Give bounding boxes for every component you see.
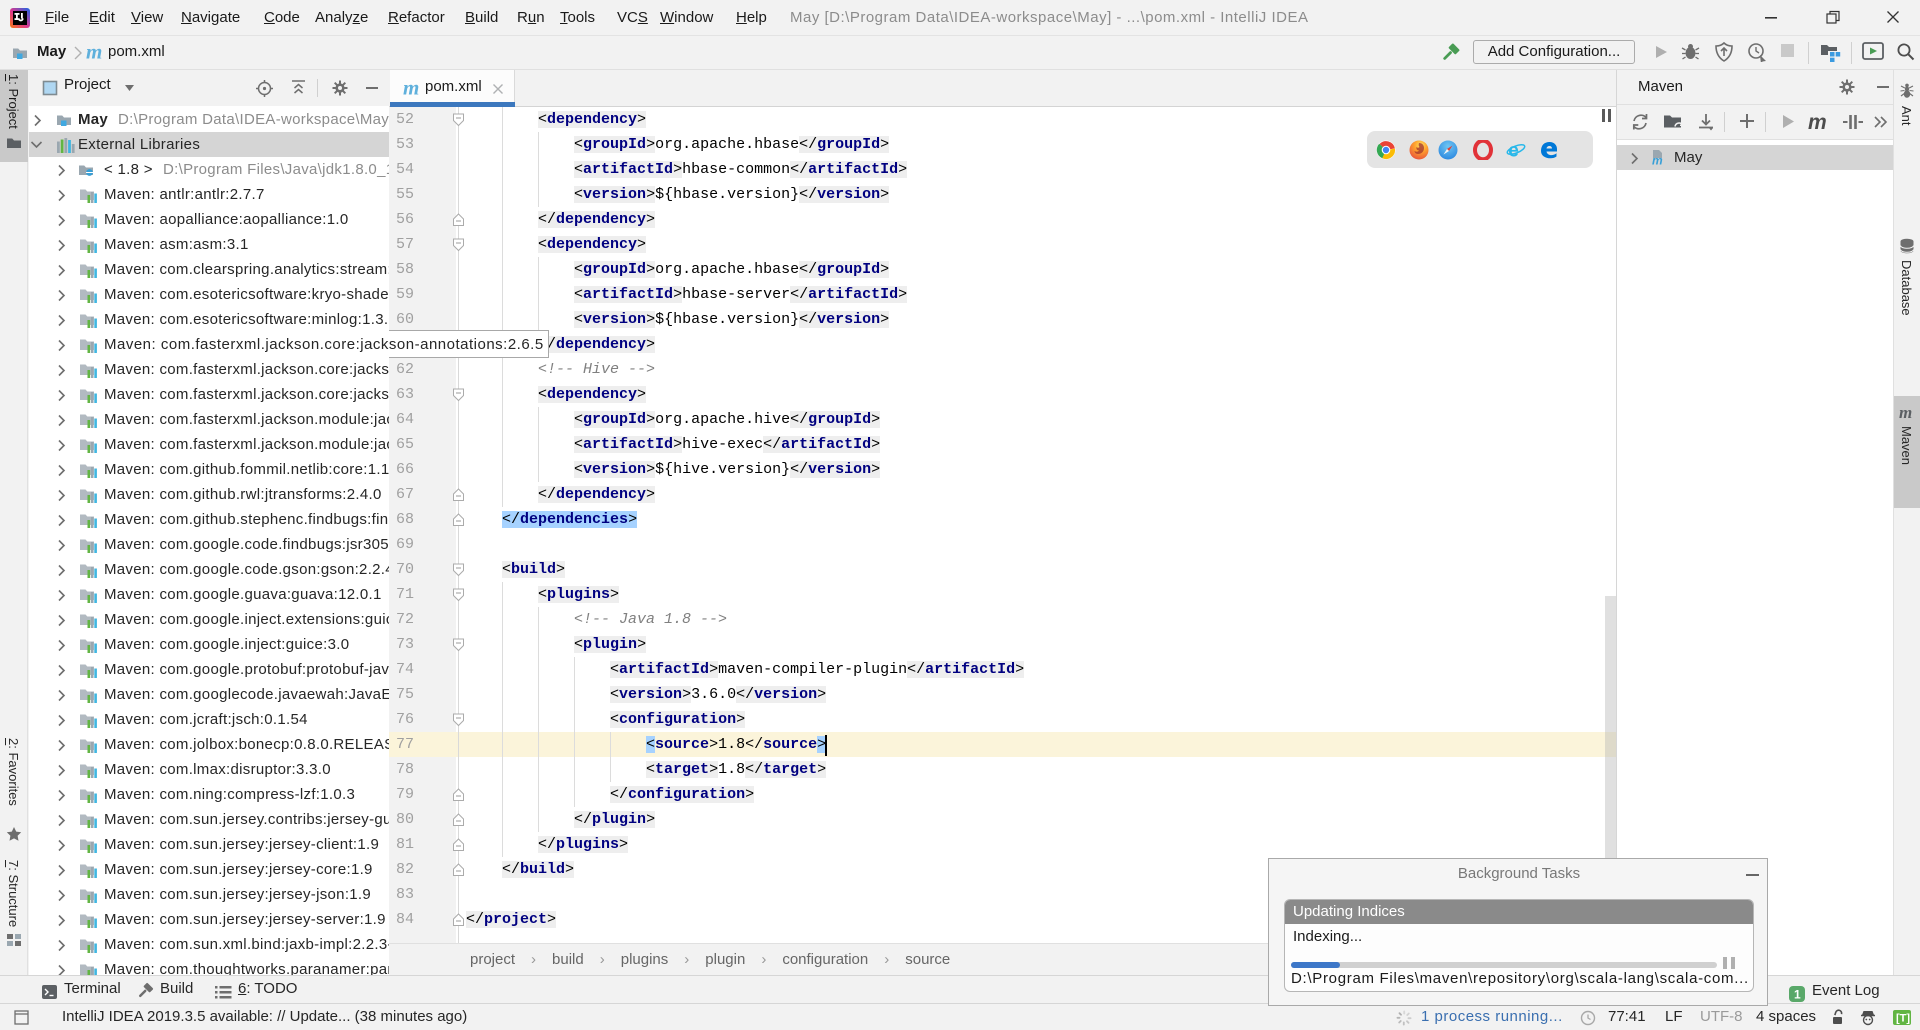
- svg-text:[T]: [T]: [1896, 1013, 1910, 1025]
- svg-text:m: m: [403, 79, 419, 99]
- svg-text:1: 1: [1794, 988, 1801, 1002]
- svg-text:m: m: [86, 43, 102, 63]
- svg-text:m: m: [1899, 403, 1912, 422]
- svg-text:m: m: [1808, 111, 1827, 134]
- svg-text:e: e: [1508, 141, 1519, 161]
- svg-text:m: m: [1652, 154, 1663, 167]
